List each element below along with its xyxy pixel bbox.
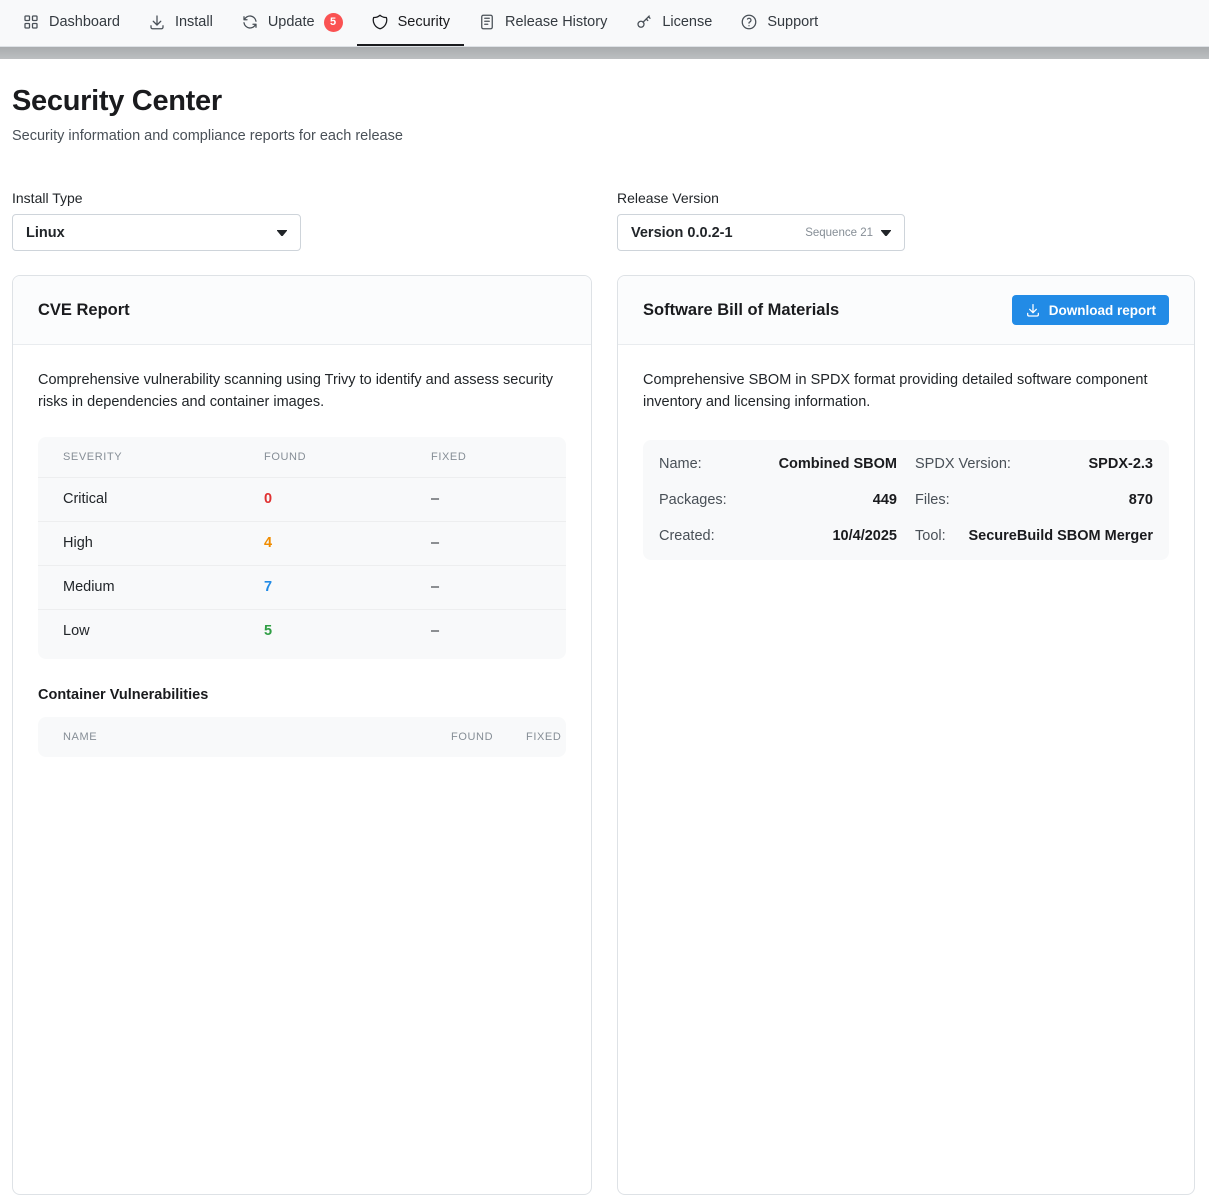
cve-card-header: CVE Report [13, 276, 591, 345]
refresh-icon [241, 13, 259, 31]
col-header-fixed: FIXED [431, 451, 541, 463]
help-icon [740, 13, 758, 31]
download-report-button[interactable]: Download report [1012, 295, 1169, 325]
detail-value: SPDX-2.3 [1089, 456, 1153, 472]
severity-table: SEVERITY FOUND FIXED Critical 0 – High 4… [38, 437, 566, 659]
detail-label: Name: [659, 456, 702, 472]
page-subtitle: Security information and compliance repo… [12, 128, 1197, 144]
install-type-label: Install Type [12, 190, 592, 206]
table-row: Created: 10/4/2025 Tool: SecureBuild SBO… [659, 518, 1153, 554]
col-header-fixed: FIXED [526, 731, 561, 743]
report-cards: CVE Report Comprehensive vulnerability s… [12, 275, 1197, 1195]
detail-label: Tool: [915, 528, 946, 544]
document-icon [478, 13, 496, 31]
download-report-label: Download report [1049, 303, 1156, 318]
content-divider-strip [0, 47, 1209, 59]
nav-tab-install[interactable]: Install [134, 0, 227, 46]
release-version-value: Version 0.0.2-1 [631, 225, 733, 241]
col-header-found: FOUND [264, 451, 431, 463]
detail-value: 10/4/2025 [832, 528, 897, 544]
table-row: Packages: 449 Files: 870 [659, 482, 1153, 518]
table-row: Low 5 – [38, 609, 566, 653]
col-header-found: FOUND [451, 731, 526, 743]
install-type-value: Linux [26, 225, 65, 241]
update-count-badge: 5 [324, 13, 343, 32]
nav-label: License [662, 14, 712, 30]
download-icon [1025, 302, 1041, 318]
main-content: Security Center Security information and… [0, 85, 1209, 1195]
table-row: Critical 0 – [38, 477, 566, 521]
found-count: 7 [264, 579, 431, 595]
cve-description: Comprehensive vulnerability scanning usi… [38, 370, 566, 414]
nav-tab-license[interactable]: License [621, 0, 726, 46]
chevron-down-icon [881, 230, 891, 236]
sbom-card: Software Bill of Materials Download repo… [617, 275, 1195, 1195]
severity-label: Critical [63, 491, 264, 507]
found-count: 5 [264, 623, 431, 639]
nav-label: Update [268, 14, 315, 30]
dashboard-grid-icon [22, 13, 40, 31]
detail-label: Created: [659, 528, 715, 544]
release-version-select[interactable]: Version 0.0.2-1 Sequence 21 [617, 214, 905, 251]
nav-tab-security[interactable]: Security [357, 0, 464, 46]
key-icon [635, 13, 653, 31]
col-header-name: NAME [63, 731, 451, 743]
nav-tab-release-history[interactable]: Release History [464, 0, 621, 46]
detail-value: Combined SBOM [779, 456, 897, 472]
sbom-card-header: Software Bill of Materials Download repo… [618, 276, 1194, 345]
detail-value: SecureBuild SBOM Merger [968, 528, 1153, 544]
severity-label: Low [63, 623, 264, 639]
nav-tab-dashboard[interactable]: Dashboard [8, 0, 134, 46]
table-row: High 4 – [38, 521, 566, 565]
release-version-label: Release Version [617, 190, 1195, 206]
fixed-count: – [431, 579, 541, 595]
detail-value: 870 [1129, 492, 1153, 508]
table-row: Name: Combined SBOM SPDX Version: SPDX-2… [659, 446, 1153, 482]
fixed-count: – [431, 623, 541, 639]
nav-tab-update[interactable]: Update 5 [227, 0, 357, 46]
top-nav: Dashboard Install Update 5 Security [0, 0, 1209, 47]
chevron-down-icon [277, 230, 287, 236]
release-sequence-hint: Sequence 21 [805, 227, 873, 239]
found-count: 4 [264, 535, 431, 551]
install-type-field: Install Type Linux [12, 190, 592, 251]
download-icon [148, 13, 166, 31]
sbom-card-title: Software Bill of Materials [643, 301, 839, 320]
severity-label: Medium [63, 579, 264, 595]
nav-tab-support[interactable]: Support [726, 0, 832, 46]
release-version-field: Release Version Version 0.0.2-1 Sequence… [617, 190, 1195, 251]
container-vulnerabilities-title: Container Vulnerabilities [38, 687, 566, 703]
found-count: 0 [264, 491, 431, 507]
sbom-details-table: Name: Combined SBOM SPDX Version: SPDX-2… [643, 440, 1169, 560]
table-row: Medium 7 – [38, 565, 566, 609]
severity-label: High [63, 535, 264, 551]
severity-table-header: SEVERITY FOUND FIXED [38, 437, 566, 477]
cve-report-card: CVE Report Comprehensive vulnerability s… [12, 275, 592, 1195]
nav-label: Security [398, 14, 450, 30]
detail-label: Packages: [659, 492, 727, 508]
nav-label: Support [767, 14, 818, 30]
detail-label: Files: [915, 492, 950, 508]
nav-label: Release History [505, 14, 607, 30]
sbom-description: Comprehensive SBOM in SPDX format provid… [643, 370, 1169, 414]
nav-label: Install [175, 14, 213, 30]
fixed-count: – [431, 535, 541, 551]
detail-label: SPDX Version: [915, 456, 1011, 472]
detail-value: 449 [873, 492, 897, 508]
filters-row: Install Type Linux Release Version Versi… [12, 190, 1197, 251]
cve-card-title: CVE Report [38, 301, 130, 320]
nav-label: Dashboard [49, 14, 120, 30]
fixed-count: – [431, 491, 541, 507]
page-title: Security Center [12, 85, 1197, 118]
container-table-header: NAME FOUND FIXED [38, 717, 566, 757]
shield-icon [371, 13, 389, 31]
col-header-severity: SEVERITY [63, 451, 264, 463]
install-type-select[interactable]: Linux [12, 214, 301, 251]
